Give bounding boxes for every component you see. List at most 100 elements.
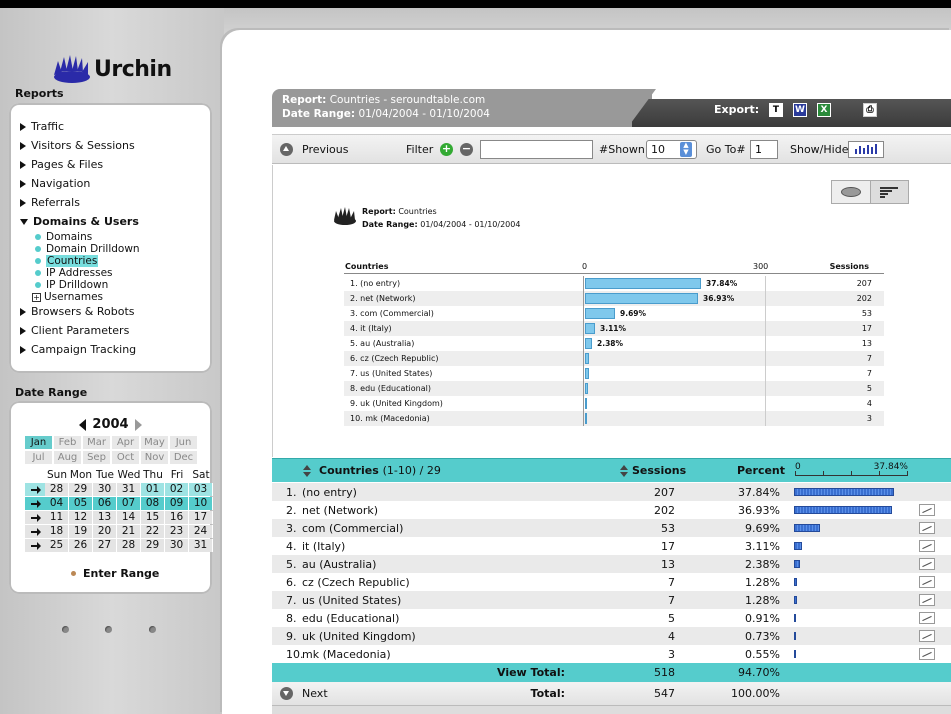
sort-icon[interactable] (303, 465, 311, 477)
next-button[interactable]: Next (302, 687, 328, 700)
trend-graph-icon[interactable] (919, 504, 935, 516)
select-week-arrow[interactable] (25, 539, 45, 552)
row-country[interactable]: us (United States) (302, 594, 401, 607)
calendar-day[interactable]: 28 (45, 483, 69, 496)
calendar-day[interactable]: 02 (165, 483, 189, 496)
prev-year-arrow-icon[interactable] (79, 418, 87, 431)
showhide-chart-icon[interactable] (848, 141, 884, 158)
trend-graph-icon[interactable] (919, 594, 935, 606)
select-week-arrow[interactable] (25, 483, 45, 496)
nav-domains-users[interactable]: Domains & Users (20, 215, 139, 228)
print-icon[interactable]: ⎙ (863, 103, 877, 117)
filter-remove-icon[interactable]: − (460, 143, 473, 156)
trend-graph-icon[interactable] (919, 540, 935, 552)
next-year-arrow-icon[interactable] (134, 418, 142, 431)
calendar-day[interactable]: 11 (45, 511, 69, 524)
month-aug[interactable]: Aug (54, 451, 81, 464)
subnav-ip-drilldown[interactable]: IP Drilldown (35, 279, 108, 291)
trend-graph-icon[interactable] (919, 612, 935, 624)
next-arrow-icon[interactable] (280, 687, 293, 700)
calendar-day[interactable]: 20 (93, 525, 117, 538)
row-country[interactable]: edu (Educational) (302, 612, 399, 625)
month-oct[interactable]: Oct (112, 451, 139, 464)
goto-input[interactable] (750, 140, 778, 159)
nav-traffic[interactable]: Traffic (20, 120, 64, 133)
calendar-day[interactable]: 30 (93, 483, 117, 496)
calendar-day[interactable]: 25 (45, 539, 69, 552)
month-jul[interactable]: Jul (25, 451, 52, 464)
row-country[interactable]: com (Commercial) (302, 522, 403, 535)
col-sessions-header[interactable]: Sessions (620, 464, 686, 477)
row-country[interactable]: net (Network) (302, 504, 378, 517)
bar-chart-toggle[interactable] (871, 181, 909, 203)
calendar-day[interactable]: 29 (69, 483, 93, 496)
month-mar[interactable]: Mar (83, 436, 110, 449)
calendar-day[interactable]: 17 (189, 511, 213, 524)
calendar-day[interactable]: 12 (69, 511, 93, 524)
calendar-day[interactable]: 07 (117, 497, 141, 510)
calendar-day[interactable]: 27 (93, 539, 117, 552)
select-week-arrow[interactable] (25, 497, 45, 510)
subnav-domain-drilldown[interactable]: Domain Drilldown (35, 243, 140, 255)
row-country[interactable]: it (Italy) (302, 540, 345, 553)
nav-navigation[interactable]: Navigation (20, 177, 90, 190)
month-sep[interactable]: Sep (83, 451, 110, 464)
subnav-domains[interactable]: Domains (35, 231, 92, 243)
month-dec[interactable]: Dec (170, 451, 197, 464)
month-apr[interactable]: Apr (112, 436, 139, 449)
previous-arrow-icon[interactable] (280, 143, 293, 156)
nav-client-parameters[interactable]: Client Parameters (20, 324, 129, 337)
row-country[interactable]: (no entry) (302, 486, 357, 499)
select-week-arrow[interactable] (25, 525, 45, 538)
calendar-day[interactable]: 14 (117, 511, 141, 524)
row-country[interactable]: cz (Czech Republic) (302, 576, 410, 589)
calendar-day[interactable]: 03 (189, 483, 213, 496)
calendar-day[interactable]: 21 (117, 525, 141, 538)
export-text-icon[interactable]: T (769, 103, 783, 117)
calendar-day[interactable]: 26 (69, 539, 93, 552)
filter-input[interactable] (480, 140, 593, 159)
calendar-day[interactable]: 28 (117, 539, 141, 552)
calendar-day[interactable]: 13 (93, 511, 117, 524)
calendar-day[interactable]: 24 (189, 525, 213, 538)
calendar-day[interactable]: 23 (165, 525, 189, 538)
month-feb[interactable]: Feb (54, 436, 81, 449)
trend-graph-icon[interactable] (919, 558, 935, 570)
nav-pages-files[interactable]: Pages & Files (20, 158, 103, 171)
calendar-day[interactable]: 19 (69, 525, 93, 538)
export-excel-icon[interactable]: X (817, 103, 831, 117)
previous-button[interactable]: Previous (302, 143, 349, 156)
shown-select[interactable]: 10 ▲ ▼ (646, 140, 697, 159)
pie-chart-toggle[interactable] (832, 181, 871, 203)
row-country[interactable]: mk (Macedonia) (302, 648, 391, 661)
calendar-day[interactable]: 31 (189, 539, 213, 552)
calendar-day[interactable]: 31 (117, 483, 141, 496)
subnav-countries[interactable]: Countries (35, 255, 99, 267)
nav-campaign-tracking[interactable]: Campaign Tracking (20, 343, 136, 356)
calendar-day[interactable]: 09 (165, 497, 189, 510)
calendar-day[interactable]: 18 (45, 525, 69, 538)
filter-add-icon[interactable]: + (440, 143, 453, 156)
calendar-day[interactable]: 04 (45, 497, 69, 510)
trend-graph-icon[interactable] (919, 576, 935, 588)
nav-visitors-sessions[interactable]: Visitors & Sessions (20, 139, 135, 152)
calendar-day[interactable]: 05 (69, 497, 93, 510)
subnav-usernames[interactable]: + Usernames (32, 291, 103, 303)
nav-browsers-robots[interactable]: Browsers & Robots (20, 305, 135, 318)
trend-graph-icon[interactable] (919, 648, 935, 660)
calendar-day[interactable]: 01 (141, 483, 165, 496)
calendar-day[interactable]: 29 (141, 539, 165, 552)
month-jun[interactable]: Jun (170, 436, 197, 449)
month-nov[interactable]: Nov (141, 451, 168, 464)
calendar-day[interactable]: 15 (141, 511, 165, 524)
calendar-day[interactable]: 16 (165, 511, 189, 524)
col-countries-header[interactable]: Countries (1-10) / 29 (303, 464, 441, 477)
calendar-day[interactable]: 30 (165, 539, 189, 552)
sort-icon[interactable] (620, 465, 628, 477)
nav-referrals[interactable]: Referrals (20, 196, 80, 209)
row-country[interactable]: uk (United Kingdom) (302, 630, 416, 643)
month-may[interactable]: May (141, 436, 168, 449)
row-country[interactable]: au (Australia) (302, 558, 376, 571)
enter-range-button[interactable]: Enter Range (71, 567, 159, 580)
calendar-day[interactable]: 10 (189, 497, 213, 510)
